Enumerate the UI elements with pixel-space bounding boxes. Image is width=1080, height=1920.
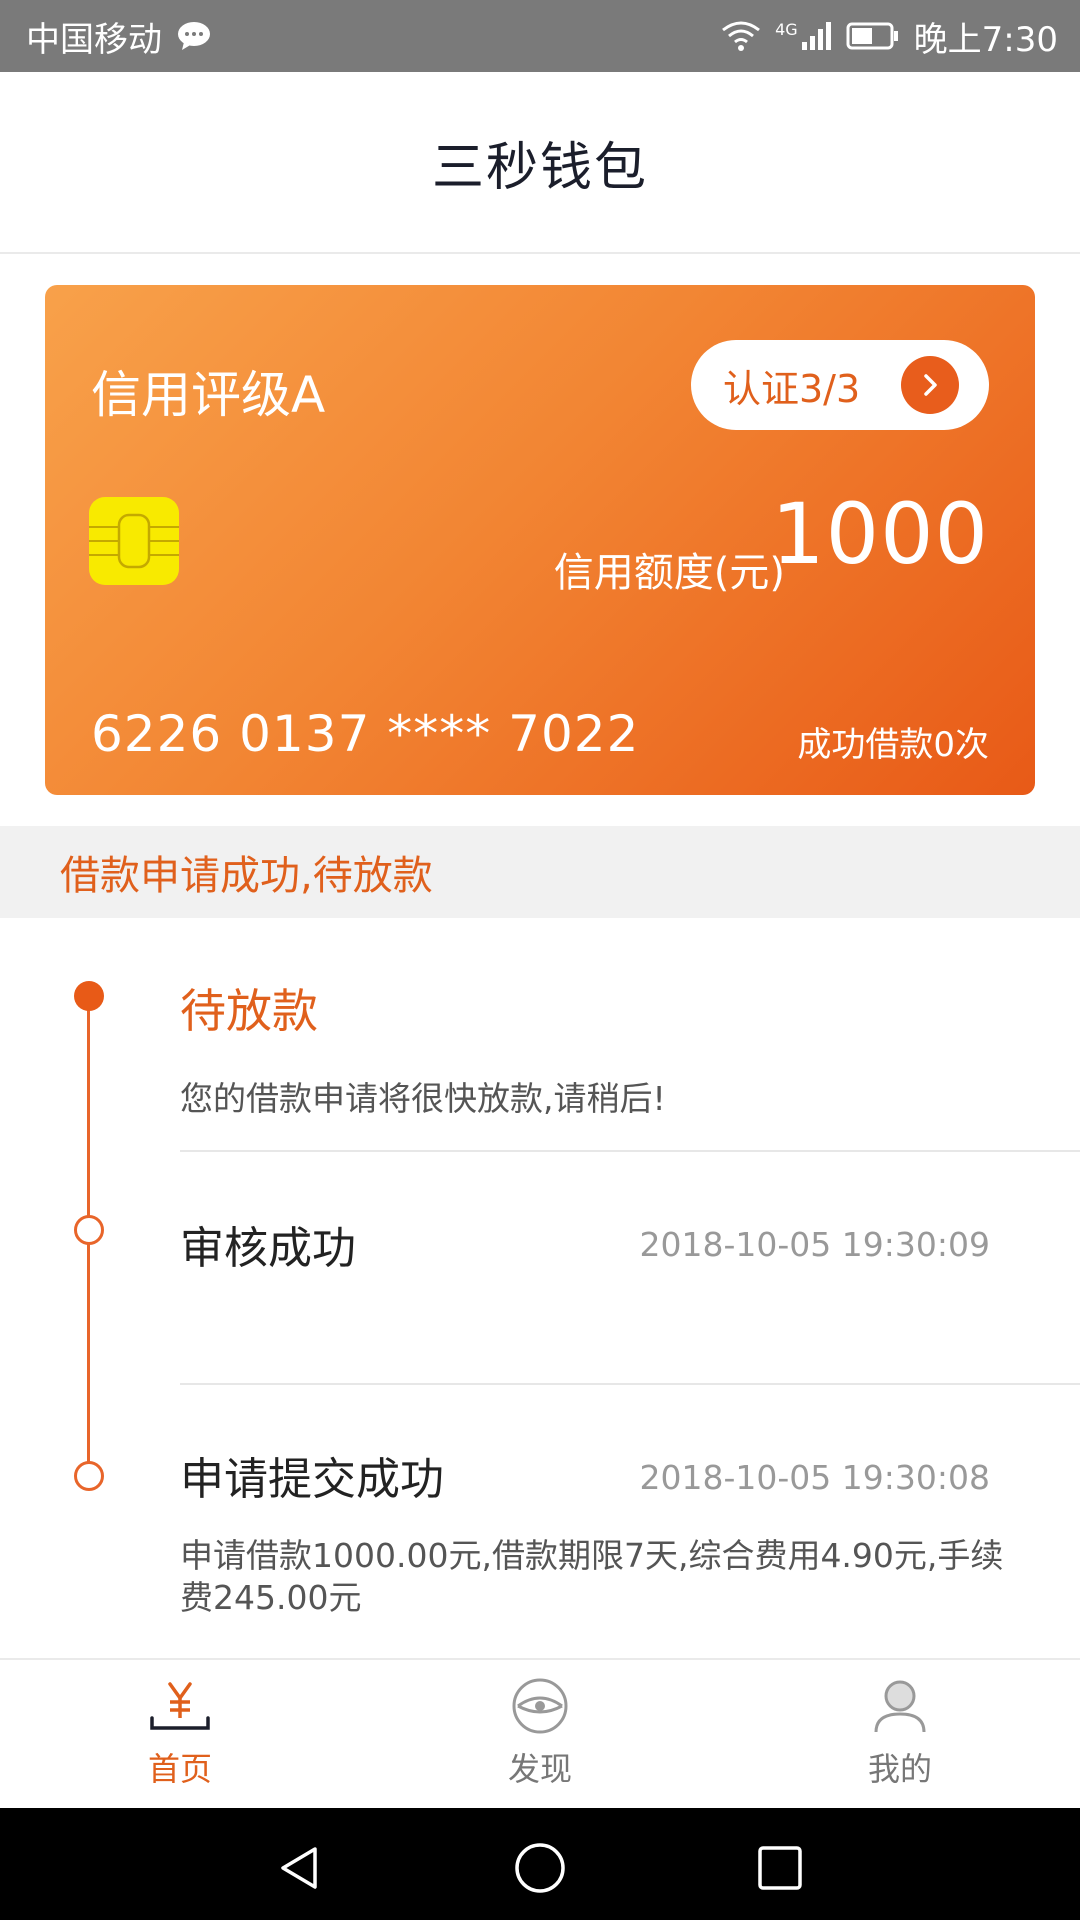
verify-label: 认证3/3	[723, 366, 861, 411]
tab-mine[interactable]: 我的	[800, 1660, 1000, 1810]
user-icon	[870, 1678, 930, 1738]
divider	[180, 1150, 1080, 1152]
tab-label: 我的	[867, 1750, 932, 1788]
chevron-right-icon	[901, 356, 959, 414]
timeline-step-title: 审核成功	[180, 1223, 356, 1274]
tab-home[interactable]: 首页	[80, 1660, 280, 1810]
timeline-dot	[74, 1461, 104, 1491]
credit-limit-value: 1000	[771, 485, 989, 583]
verify-button[interactable]: 认证3/3	[691, 340, 989, 430]
timeline-step-title: 申请提交成功	[180, 1454, 444, 1505]
recent-apps-button[interactable]	[750, 1838, 810, 1898]
system-nav-bar	[0, 1808, 1080, 1920]
yuan-wallet-icon	[148, 1678, 212, 1738]
clock: 晚上7:30	[913, 19, 1058, 60]
credit-card: 信用评级A 认证3/3 信用额度(元) 1000 6226 0137 **** …	[45, 285, 1035, 795]
divider	[180, 1383, 1080, 1385]
wifi-icon	[721, 20, 761, 52]
signal-icon: 4G	[775, 20, 832, 52]
eye-icon	[510, 1678, 570, 1738]
tab-discover[interactable]: 发现	[440, 1660, 640, 1810]
credit-limit-label: 信用额度(元)	[553, 550, 785, 596]
bottom-tab-bar: 首页 发现 我的	[0, 1658, 1080, 1808]
timeline-step-description: 您的借款申请将很快放款,请稍后!	[180, 1079, 666, 1118]
tab-label: 发现	[507, 1750, 572, 1788]
credit-rating: 信用评级A	[91, 366, 326, 424]
home-button[interactable]	[510, 1838, 570, 1898]
message-icon	[176, 20, 212, 52]
card-number: 6226 0137 **** 7022	[91, 705, 640, 763]
battery-icon	[846, 21, 900, 51]
timeline-step-time: 2018-10-05 19:30:09	[639, 1225, 990, 1264]
app-header: 三秒钱包	[0, 72, 1080, 254]
status-bar: 中国移动 4G 晚上7:30	[0, 0, 1080, 72]
timeline-step-time: 2018-10-05 19:30:08	[639, 1458, 990, 1497]
page-title: 三秒钱包	[431, 137, 648, 198]
network-type: 4G	[775, 20, 798, 39]
card-chip-icon	[89, 497, 179, 589]
carrier-label: 中国移动	[26, 19, 162, 60]
tab-label: 首页	[147, 1750, 212, 1788]
loan-count: 成功借款0次	[797, 725, 989, 765]
timeline-dot	[74, 1215, 104, 1245]
timeline-step-title: 待放款	[180, 984, 318, 1038]
back-button[interactable]	[270, 1838, 330, 1898]
timeline-step-description: 申请借款1000.00元,借款期限7天,综合费用4.90元,手续费245.00元	[180, 1536, 1004, 1617]
loan-status-banner: 借款申请成功,待放款	[0, 826, 1080, 918]
loan-status-text: 借款申请成功,待放款	[60, 853, 433, 899]
timeline-dot-active	[74, 981, 104, 1011]
